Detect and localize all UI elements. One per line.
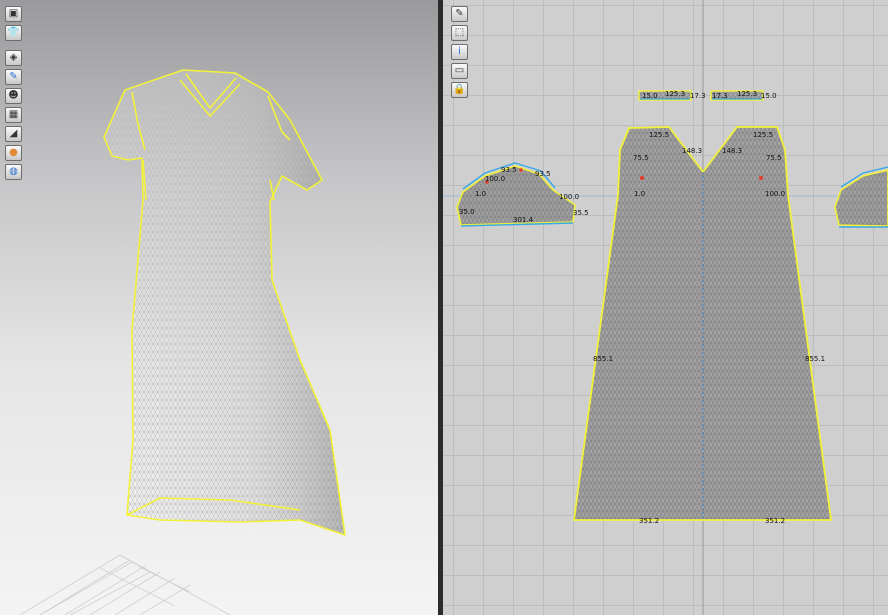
avatar-pose-icon[interactable]: ☻ xyxy=(5,88,22,104)
texture-icon[interactable]: ▦ xyxy=(5,107,22,123)
iron-icon[interactable]: ◢ xyxy=(5,126,22,142)
front-arm-left-label: 75.5 xyxy=(633,154,649,162)
2d-pattern-canvas: 15.0 125.3 17.3 17.3 125.3 15.0 125.5 12… xyxy=(443,0,888,615)
front-neck-right-label: 148.3 xyxy=(722,147,742,155)
avatar-icon[interactable]: ● xyxy=(5,145,22,161)
sleeve-left-mark-label: 100.0 xyxy=(485,175,505,183)
binding-right-label-1: 17.3 xyxy=(712,92,728,100)
binding-left-label-2: 125.3 xyxy=(665,90,685,98)
sleeve-right-mark-label: 100.0 xyxy=(559,193,579,201)
front-pattern-piece[interactable] xyxy=(573,126,832,521)
info-icon[interactable]: i xyxy=(451,44,468,60)
front-arm-right-label: 75.5 xyxy=(766,154,782,162)
sleeve-tag-label: 1.0 xyxy=(475,190,486,198)
2d-pattern-window[interactable]: 15.0 125.3 17.3 17.3 125.3 15.0 125.5 12… xyxy=(443,0,888,615)
sleeve-top-label-a: 93.5 xyxy=(501,166,517,174)
3d-viewport[interactable]: ▣ 👕 ◈ ✎ ☻ ▦ ◢ ● ◍ xyxy=(0,0,438,615)
fold-icon[interactable]: ◈ xyxy=(5,50,22,66)
front-hem-right-label: 351.2 xyxy=(765,517,785,525)
front-mark-right-label: 100.0 xyxy=(765,190,785,198)
segment-icon[interactable]: ▭ xyxy=(451,63,468,79)
lock-icon[interactable]: 🔒 xyxy=(451,82,468,98)
binding-left-label-1: 15.0 xyxy=(642,92,658,100)
sleeve-side-label-b: 35.5 xyxy=(573,209,589,217)
brush-icon[interactable]: ✎ xyxy=(5,69,22,85)
sleeve-side-label-a: 35.0 xyxy=(459,208,475,216)
binding-right-label-2: 125.3 xyxy=(737,90,757,98)
3d-scene xyxy=(19,69,346,615)
2d-toolbar: ✎ ⬚ i ▭ 🔒 xyxy=(451,6,468,98)
edit-pattern-icon[interactable]: ✎ xyxy=(451,6,468,22)
3d-toolbar: ▣ 👕 ◈ ✎ ☻ ▦ ◢ ● ◍ xyxy=(5,6,22,180)
binding-left-label-3: 17.3 xyxy=(690,92,706,100)
globe-icon[interactable]: ◍ xyxy=(5,164,22,180)
sleeve-pattern-right[interactable] xyxy=(834,166,888,228)
floor-grid xyxy=(19,554,231,615)
garment-icon[interactable]: 👕 xyxy=(5,25,22,41)
sleeve-top-label-b: 93.5 xyxy=(535,170,551,178)
garment-3d-mesh xyxy=(103,69,346,536)
front-hem-left-label: 351.2 xyxy=(639,517,659,525)
front-shoulder-right-label: 125.5 xyxy=(753,131,773,139)
front-neck-left-label: 148.3 xyxy=(682,147,702,155)
binding-right-label-3: 15.0 xyxy=(761,92,777,100)
select-mesh-icon[interactable]: ▣ xyxy=(5,6,22,22)
front-side-right-label: 855.1 xyxy=(805,355,825,363)
transform-pattern-icon[interactable]: ⬚ xyxy=(451,25,468,41)
sleeve-cuff-label: 301.4 xyxy=(513,216,534,224)
front-shoulder-left-label: 125.5 xyxy=(649,131,669,139)
front-side-left-label: 855.1 xyxy=(593,355,613,363)
front-mark-left-label: 1.0 xyxy=(634,190,645,198)
